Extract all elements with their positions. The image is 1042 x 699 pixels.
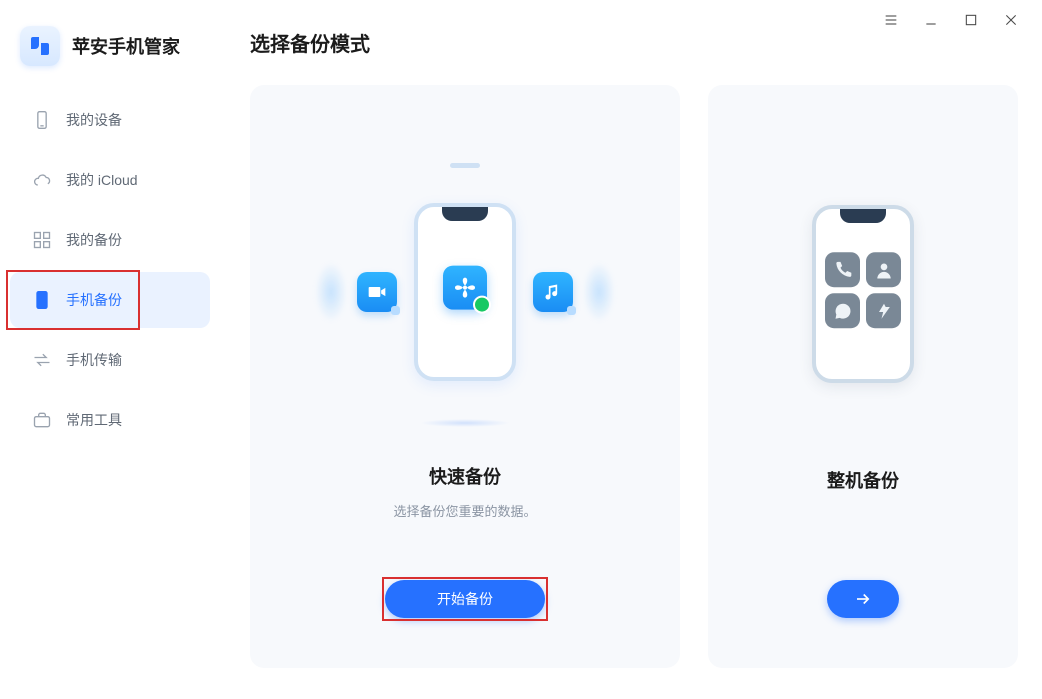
full-backup-illustration xyxy=(728,125,998,463)
app-logo-icon xyxy=(20,26,60,66)
card-title: 快速备份 xyxy=(429,463,501,489)
sidebar-item-phone-backup[interactable]: 手机备份 xyxy=(10,272,210,328)
card-quick-backup: 快速备份 选择备份您重要的数据。 开始备份 xyxy=(250,85,680,668)
music-icon xyxy=(533,272,573,312)
sidebar-item-label: 我的备份 xyxy=(66,230,122,250)
grid-icon xyxy=(32,230,52,250)
card-subtitle xyxy=(861,505,865,520)
phone-backup-icon xyxy=(32,290,52,310)
phone-icon xyxy=(32,110,52,130)
contact-icon xyxy=(866,252,901,287)
full-backup-next-button[interactable] xyxy=(827,580,899,618)
sidebar-item-my-backup[interactable]: 我的备份 xyxy=(10,212,210,268)
sidebar-item-label: 常用工具 xyxy=(66,410,122,430)
fan-app-icon xyxy=(443,266,487,310)
quick-backup-illustration xyxy=(270,125,660,459)
arrow-right-icon xyxy=(854,590,872,608)
phone-call-icon xyxy=(825,252,860,287)
sidebar-item-tools[interactable]: 常用工具 xyxy=(10,392,210,448)
brand: 苹安手机管家 xyxy=(0,16,220,90)
card-subtitle: 选择备份您重要的数据。 xyxy=(393,501,536,520)
app-title: 苹安手机管家 xyxy=(72,33,180,59)
sidebar-item-label: 手机备份 xyxy=(66,290,122,310)
toolbox-icon xyxy=(32,410,52,430)
card-title: 整机备份 xyxy=(827,467,899,493)
start-backup-button[interactable]: 开始备份 xyxy=(385,580,545,618)
appstore-icon xyxy=(866,293,901,328)
sidebar-item-phone-transfer[interactable]: 手机传输 xyxy=(10,332,210,388)
video-icon xyxy=(357,272,397,312)
card-full-backup: 整机备份 xyxy=(708,85,1018,668)
message-icon xyxy=(825,293,860,328)
cloud-icon xyxy=(32,170,52,190)
main-content: 选择备份模式 快速 xyxy=(220,0,1042,699)
sidebar-item-label: 我的 iCloud xyxy=(66,170,138,190)
button-label: 开始备份 xyxy=(437,589,493,609)
sidebar: 苹安手机管家 我的设备 我的 iCloud 我的备份 手机备份 手机传输 常用工… xyxy=(0,0,220,699)
sidebar-item-icloud[interactable]: 我的 iCloud xyxy=(10,152,210,208)
transfer-icon xyxy=(32,350,52,370)
sidebar-item-label: 我的设备 xyxy=(66,110,122,130)
page-title: 选择备份模式 xyxy=(250,28,1012,57)
sidebar-item-device[interactable]: 我的设备 xyxy=(10,92,210,148)
sidebar-item-label: 手机传输 xyxy=(66,350,122,370)
